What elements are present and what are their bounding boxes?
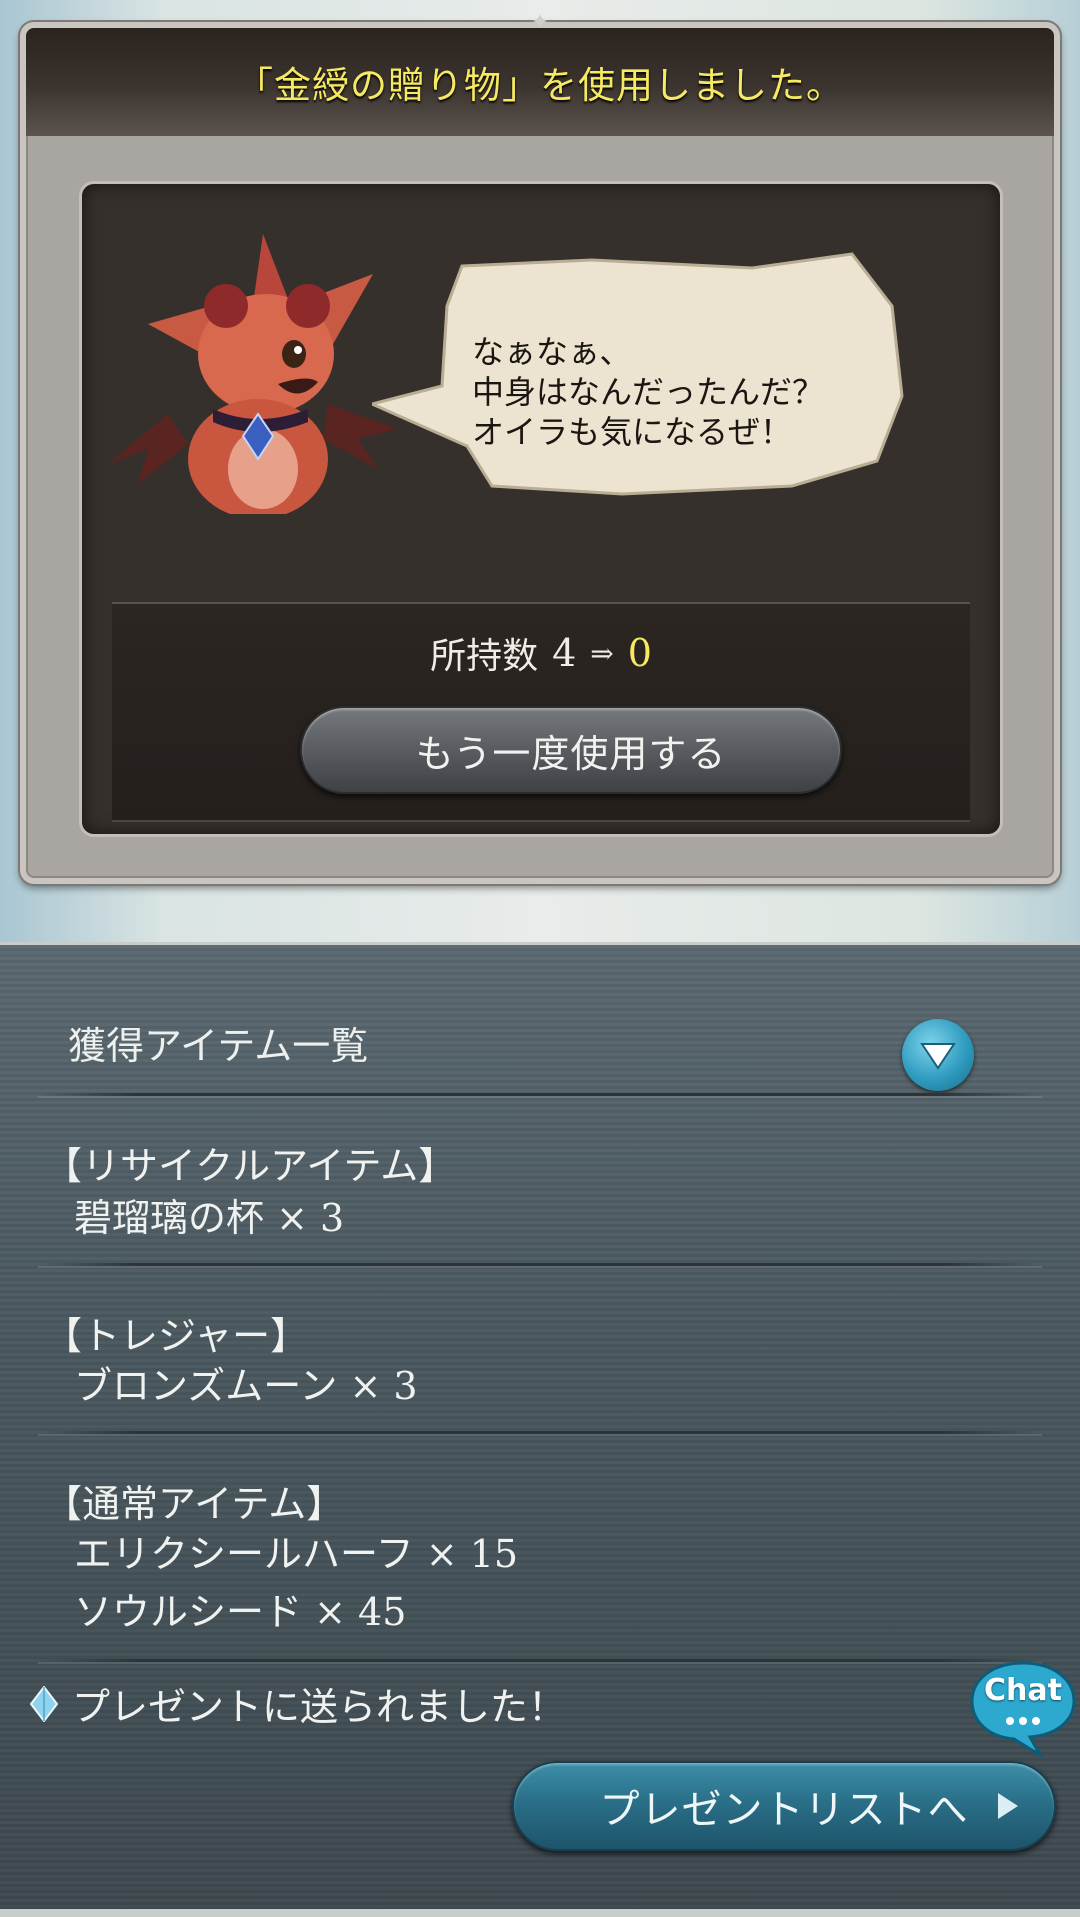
list-item: 碧瑠璃の杯 × 3 xyxy=(74,1187,344,1242)
bottom-border xyxy=(0,1909,1080,1917)
item-qty: × 15 xyxy=(425,1532,519,1576)
item-name: 碧瑠璃の杯 xyxy=(74,1196,265,1240)
present-list-label: プレゼントリストへ xyxy=(599,1787,969,1833)
category-title-treasure: 【トレジャー】 xyxy=(44,1314,309,1358)
item-name: ソウルシード xyxy=(74,1590,303,1634)
sent-notice: プレゼントに送られました！ xyxy=(30,1676,566,1731)
item-qty: × 45 xyxy=(314,1590,407,1634)
result-dialog: ✦ 「金綬の贈り物」を使用しました。 なぁなぁ、 中身はなんだったんだ？ オイラ… xyxy=(20,12,1060,884)
crystal-icon xyxy=(30,1685,58,1722)
divider xyxy=(38,1263,1042,1266)
dialog-header: 「金綬の贈り物」を使用しました。 xyxy=(26,28,1054,136)
vyrn-mascot-icon xyxy=(108,234,398,514)
divider xyxy=(38,1093,1042,1096)
count-after: 0 xyxy=(627,631,652,675)
arrow-icon: ⇒ xyxy=(590,636,614,670)
sent-message: プレゼントに送られました！ xyxy=(72,1685,567,1729)
category-title-normal: 【通常アイテム】 xyxy=(44,1482,345,1526)
list-item: エリクシールハーフ × 15 xyxy=(74,1523,518,1578)
collapse-button[interactable] xyxy=(902,1019,974,1091)
speech-text: なぁなぁ、 中身はなんだったんだ？ オイラも気になるぜ！ xyxy=(472,333,825,451)
item-qty: × 3 xyxy=(349,1364,418,1408)
category-title-recycle: 【リサイクルアイテム】 xyxy=(44,1144,457,1188)
item-qty: × 3 xyxy=(276,1196,345,1240)
item-name: ブロンズムーン xyxy=(74,1364,338,1408)
use-again-button[interactable]: もう一度使用する xyxy=(300,706,842,794)
inventory-count: 所持数 4 ⇒ 0 xyxy=(112,628,970,678)
chat-label: Chat xyxy=(984,1673,1062,1708)
dialog-title: 「金綬の贈り物」を使用しました。 xyxy=(236,64,844,107)
message-panel: なぁなぁ、 中身はなんだったんだ？ オイラも気になるぜ！ 所持数 4 ⇒ 0 も… xyxy=(82,184,1000,834)
divider xyxy=(38,1659,1042,1662)
loot-list-panel: 獲得アイテム一覧 【リサイクルアイテム】 碧瑠璃の杯 × 3 【トレジャー】 ブ… xyxy=(0,942,1080,1917)
triangle-down-icon xyxy=(920,1043,956,1070)
count-label: 所持数 xyxy=(430,636,539,677)
arrow-right-icon xyxy=(998,1793,1018,1819)
list-item: ソウルシード × 45 xyxy=(74,1581,406,1636)
loot-list-title: 獲得アイテム一覧 xyxy=(68,1024,369,1068)
present-list-button[interactable]: プレゼントリストへ xyxy=(512,1761,1056,1851)
count-before: 4 xyxy=(552,631,577,675)
inventory-count-area: 所持数 4 ⇒ 0 もう一度使用する xyxy=(112,602,970,822)
item-name: エリクシールハーフ xyxy=(74,1532,414,1576)
divider xyxy=(38,1431,1042,1434)
list-item: ブロンズムーン × 3 xyxy=(74,1355,418,1410)
